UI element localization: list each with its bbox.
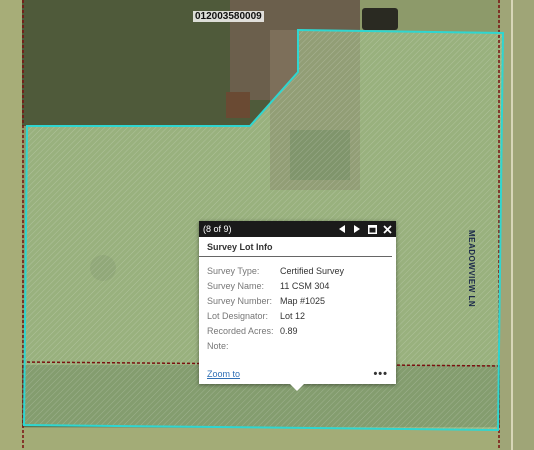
popup-pointer [290,384,304,391]
attribute-label: Survey Name: [207,280,265,291]
attribute-value: Lot 12 [280,310,306,321]
popup-header: (8 of 9) [199,221,396,237]
attribute-row: Note: [207,338,388,353]
attribute-row: Survey Name: 11 CSM 304 [207,278,388,293]
south-lawn [22,428,500,450]
left-strip [0,0,22,450]
deck [226,92,250,118]
maximize-icon[interactable] [367,223,377,235]
right-road-strip [500,0,534,450]
more-options-icon[interactable]: ••• [373,368,388,380]
attribute-row: Recorded Acres: 0.89 [207,323,388,338]
attribute-value: Map #1025 [280,295,326,306]
feature-counter: (8 of 9) [203,224,232,234]
attribute-label: Survey Type: [207,265,260,276]
popup-controls [337,223,392,235]
popup-title: Survey Lot Info [199,237,392,257]
vehicle [362,8,398,30]
attribute-label: Recorded Acres: [207,325,274,336]
attribute-value: 0.89 [280,325,298,336]
attribute-label: Lot Designator: [207,310,269,321]
zoom-to-link[interactable]: Zoom to [207,369,240,379]
attribute-value: 11 CSM 304 [280,280,330,291]
attribute-value: Certified Survey [280,265,345,276]
attribute-label: Survey Number: [207,295,273,306]
popup-footer: Zoom to ••• [207,368,388,380]
previous-feature-icon[interactable] [337,223,347,235]
parcel-id-label: 012003580009 [193,11,264,22]
road-name-label: MEADOWVIEW LN [467,230,476,308]
attribute-row: Survey Type: Certified Survey [207,263,388,278]
attribute-label: Note: [207,340,229,351]
attribute-table: Survey Type: Certified Survey Survey Nam… [207,263,388,353]
close-icon[interactable] [382,223,392,235]
popup-window: (8 of 9) Survey Lot Info Survey Type: Ce… [199,221,396,384]
attribute-row: Survey Number: Map #1025 [207,293,388,308]
next-feature-icon[interactable] [352,223,362,235]
attribute-row: Lot Designator: Lot 12 [207,308,388,323]
